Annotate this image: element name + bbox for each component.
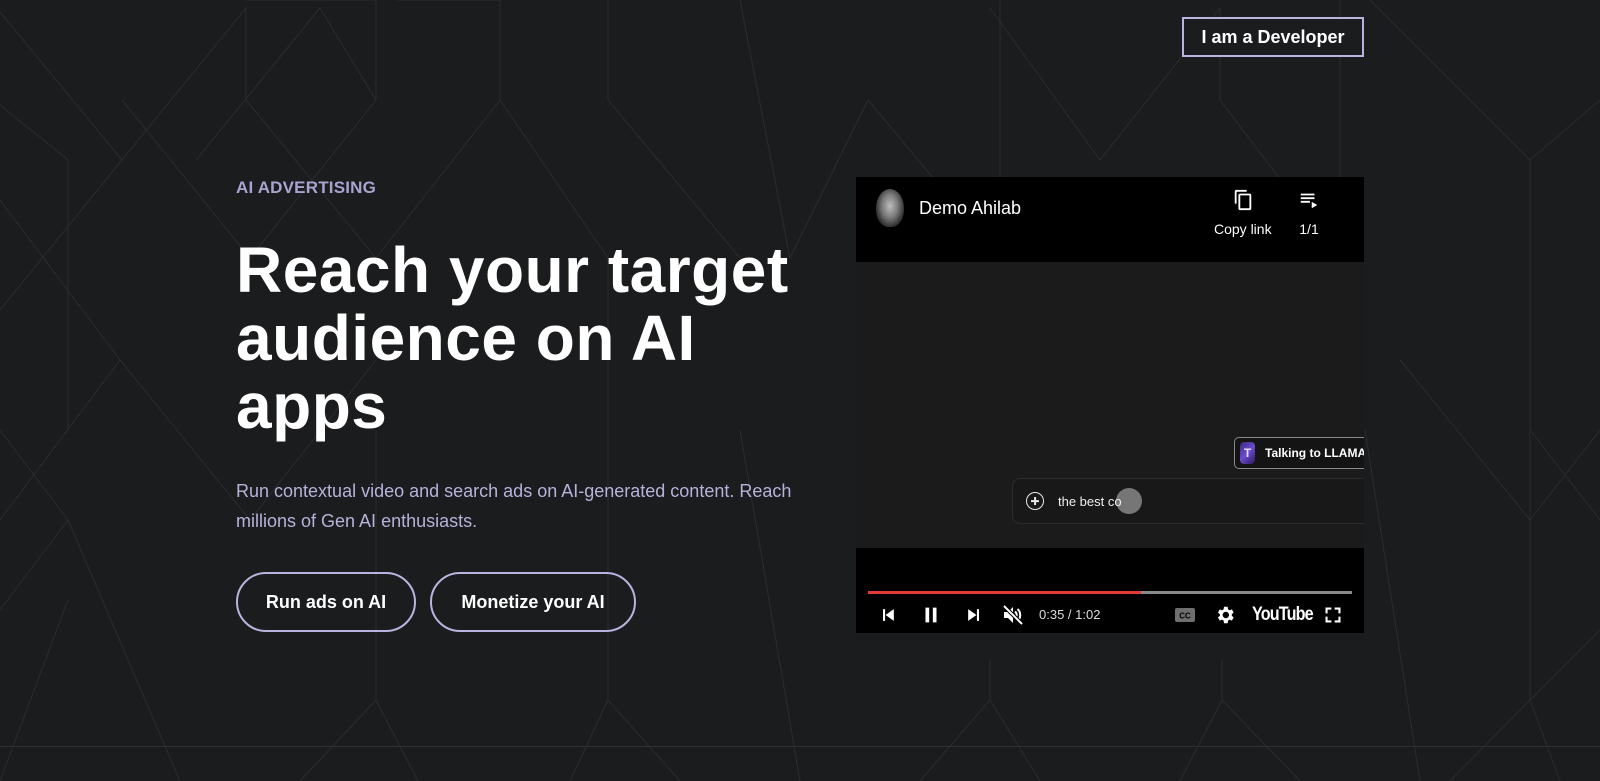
copy-link-button[interactable]: Copy link [1214,189,1272,237]
progress-bar[interactable] [868,591,1352,594]
settings-button[interactable] [1214,603,1236,627]
youtube-logo[interactable]: YouTube [1252,604,1314,626]
chat-input-text: the best co [1058,487,1142,514]
video-player[interactable]: Demo Ahilab Copy link 1/1 T Talking to L… [856,177,1364,633]
muted-volume-icon [1002,604,1024,626]
llama-app-icon: T [1240,442,1256,464]
next-icon [968,609,979,621]
model-chip-label: Talking to LLAMA : [1265,446,1364,460]
copy-icon [1232,189,1254,216]
pause-button[interactable] [918,603,944,627]
pause-icon [925,607,937,623]
playlist-icon [1298,189,1320,216]
plus-circle-icon [1026,492,1044,510]
avatar[interactable] [876,189,904,227]
captions-button[interactable]: CC [1174,603,1196,627]
player-header: Demo Ahilab Copy link 1/1 [856,177,1364,262]
eyebrow-label: AI ADVERTISING [236,178,377,197]
model-chip: T Talking to LLAMA : [1234,437,1364,469]
section-divider [0,746,1600,747]
cta-group: Run ads on AI Monetize your AI [236,572,826,632]
hero-description: Run contextual video and search ads on A… [236,481,792,531]
developer-button[interactable]: I am a Developer [1182,17,1364,57]
mute-button[interactable] [1000,603,1026,627]
chat-input-overlay: the best co [1012,478,1364,524]
monetize-button[interactable]: Monetize your AI [430,572,636,632]
fullscreen-button[interactable] [1322,603,1344,627]
progress-fill [868,591,1142,594]
svg-text:CC: CC [1179,612,1191,621]
captions-icon: CC [1175,608,1195,622]
settings-gear-icon [1217,606,1234,624]
previous-icon [883,609,894,621]
playlist-button[interactable]: 1/1 [1298,189,1320,237]
fullscreen-icon [1325,607,1341,623]
channel-name[interactable]: Demo Ahilab [919,198,1021,219]
previous-button[interactable] [876,603,900,627]
video-frame[interactable]: T Talking to LLAMA : the best co [856,262,1364,548]
player-controls: 0:35 / 1:02 CC YouTube [856,548,1364,633]
time-display: 0:35 / 1:02 [1039,607,1101,622]
copy-link-label: Copy link [1214,221,1272,237]
hero-section: AI ADVERTISING Reach your target audienc… [236,178,826,632]
chat-typed-text: the best co [1058,493,1122,509]
page-title: Reach your target audience on AI apps [236,234,789,442]
run-ads-button[interactable]: Run ads on AI [236,572,416,632]
playlist-count: 1/1 [1299,221,1319,237]
next-button[interactable] [962,603,986,627]
